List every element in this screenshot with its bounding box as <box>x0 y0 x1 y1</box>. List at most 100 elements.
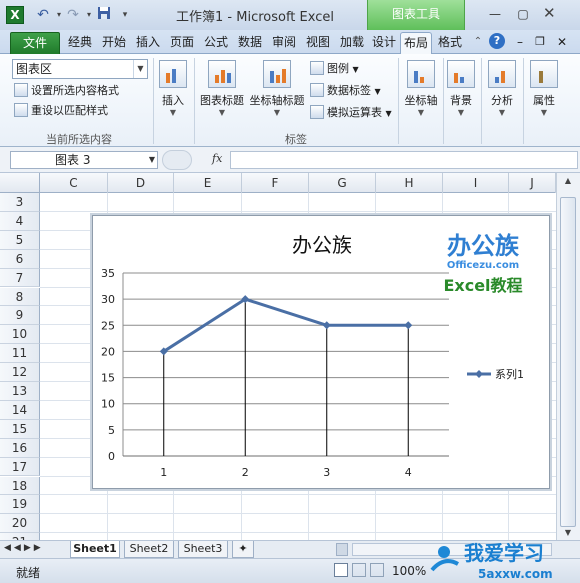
zoom-level[interactable]: 100% <box>392 564 426 578</box>
reset-style-button[interactable]: 重设以匹配样式 <box>14 102 108 120</box>
column-header[interactable]: C <box>40 173 108 193</box>
row-header[interactable]: 21 <box>0 533 40 540</box>
row-header[interactable]: 17 <box>0 457 40 477</box>
select-all-corner[interactable] <box>0 173 40 193</box>
insert-button[interactable]: 插入 ▼ <box>158 60 188 117</box>
help-icon[interactable]: ? <box>489 33 505 49</box>
chart-element-selector[interactable]: 图表区 ▼ <box>12 59 148 79</box>
column-header[interactable]: I <box>443 173 509 193</box>
group-separator <box>194 58 195 144</box>
row-header[interactable]: 6 <box>0 249 40 269</box>
watermark-site-text: Officezu.com <box>447 260 519 271</box>
legend-button[interactable]: 图例 ▼ <box>310 60 359 78</box>
customize-qat-icon[interactable]: ▾ <box>116 6 134 24</box>
y-tick-label: 15 <box>101 372 115 385</box>
formula-bar-splitter[interactable] <box>162 150 192 170</box>
sheet-tab[interactable]: Sheet3 <box>178 541 228 558</box>
column-header[interactable]: J <box>509 173 556 193</box>
axes-icon <box>407 60 435 88</box>
workbook-restore-icon[interactable]: ❐ <box>532 32 548 54</box>
name-box[interactable]: 图表 3 ▼ <box>10 151 158 169</box>
vertical-scroll-thumb[interactable] <box>560 197 576 527</box>
excel-app-icon[interactable]: X <box>6 6 24 24</box>
tab-formulas[interactable]: 公式 <box>200 32 232 54</box>
tab-layout[interactable]: 布局 <box>400 32 432 55</box>
row-header[interactable]: 7 <box>0 268 40 288</box>
minimize-icon[interactable]: — <box>482 6 508 24</box>
save-icon[interactable] <box>95 6 113 24</box>
row-header[interactable]: 13 <box>0 382 40 401</box>
sheet-tab[interactable]: Sheet2 <box>124 541 174 558</box>
chevron-down-icon: ▼ <box>352 65 359 74</box>
row-header[interactable]: 14 <box>0 400 40 420</box>
row-header[interactable]: 18 <box>0 476 40 496</box>
tab-design[interactable]: 设计 <box>368 32 400 54</box>
tab-home[interactable]: 开始 <box>98 32 130 54</box>
workbook-close-icon[interactable]: ✕ <box>554 32 570 54</box>
format-selection-button[interactable]: 设置所选内容格式 <box>14 82 119 100</box>
y-tick-label: 30 <box>101 293 115 306</box>
row-header[interactable]: 20 <box>0 514 40 534</box>
column-header[interactable]: E <box>174 173 242 193</box>
tab-file[interactable]: 文件 <box>10 32 60 54</box>
properties-icon <box>530 60 558 88</box>
y-tick-label: 25 <box>101 319 115 332</box>
normal-view-icon[interactable] <box>334 563 348 577</box>
insert-icon <box>159 60 187 88</box>
page-break-view-icon[interactable] <box>370 563 384 577</box>
y-tick-label: 35 <box>101 267 115 280</box>
tab-review[interactable]: 审阅 <box>268 32 300 54</box>
insert-sheet-icon[interactable]: ✦ <box>232 541 254 558</box>
restore-icon[interactable]: ▢ <box>510 6 536 24</box>
background-button[interactable]: 背景 ▼ <box>446 60 476 117</box>
row-header[interactable]: 9 <box>0 306 40 326</box>
row-header[interactable]: 19 <box>0 495 40 515</box>
workbook-minimize-icon[interactable]: – <box>512 32 528 54</box>
row-header[interactable]: 4 <box>0 211 40 231</box>
data-table-button[interactable]: 模拟运算表 ▼ <box>310 104 392 122</box>
group-separator <box>523 58 524 144</box>
formula-input[interactable] <box>230 151 578 169</box>
analysis-button[interactable]: 分析 ▼ <box>486 60 518 117</box>
legend-label: 图例 <box>327 62 349 75</box>
axes-button[interactable]: 坐标轴 ▼ <box>402 60 440 117</box>
row-header[interactable]: 15 <box>0 419 40 439</box>
column-header[interactable]: F <box>242 173 309 193</box>
row-header[interactable]: 16 <box>0 438 40 458</box>
tab-data[interactable]: 数据 <box>234 32 266 54</box>
row-header[interactable]: 10 <box>0 325 40 345</box>
row-header[interactable]: 3 <box>0 193 40 212</box>
row-header[interactable]: 5 <box>0 230 40 250</box>
properties-button[interactable]: 属性 ▼ <box>528 60 560 117</box>
sheet-tab[interactable]: Sheet1 <box>70 541 120 558</box>
row-header[interactable]: 12 <box>0 363 40 382</box>
column-header[interactable]: G <box>309 173 376 193</box>
scroll-up-icon[interactable]: ▲ <box>561 176 575 192</box>
insert-function-icon[interactable]: fx <box>212 152 222 165</box>
tab-page[interactable]: 页面 <box>166 32 198 54</box>
page-layout-view-icon[interactable] <box>352 563 366 577</box>
tab-format[interactable]: 格式 <box>434 32 466 54</box>
chart-area[interactable]: 办公族 0 5 10 15 20 25 30 35 1 2 3 4 系列1 办公族 Officezu.co… <box>92 215 550 489</box>
tab-view[interactable]: 视图 <box>302 32 334 54</box>
insert-label: 插入 <box>162 94 184 107</box>
close-icon[interactable]: ✕ <box>543 4 575 24</box>
tab-split-handle[interactable] <box>336 543 348 556</box>
chart-title-button[interactable]: 图表标题 ▼ <box>198 60 246 117</box>
tab-addins[interactable]: 加载 <box>336 32 368 54</box>
sheet-nav-icon[interactable]: ◀◀▶▶ <box>4 543 44 553</box>
data-labels-icon <box>310 83 324 97</box>
tab-classic[interactable]: 经典 <box>64 32 96 54</box>
minimize-ribbon-icon[interactable]: ⌃ <box>471 32 485 54</box>
data-labels-button[interactable]: 数据标签 ▼ <box>310 82 381 100</box>
axis-title-button[interactable]: 坐标轴标题 ▼ <box>248 60 306 117</box>
column-header[interactable]: H <box>376 173 443 193</box>
row-header[interactable]: 8 <box>0 287 40 307</box>
chevron-down-icon: ▼ <box>385 109 392 118</box>
tab-insert[interactable]: 插入 <box>132 32 164 54</box>
column-header[interactable]: D <box>108 173 174 193</box>
format-selection-icon <box>14 83 28 97</box>
group-label-labels: 标签 <box>285 133 307 146</box>
group-separator <box>153 58 154 144</box>
row-header[interactable]: 11 <box>0 344 40 364</box>
